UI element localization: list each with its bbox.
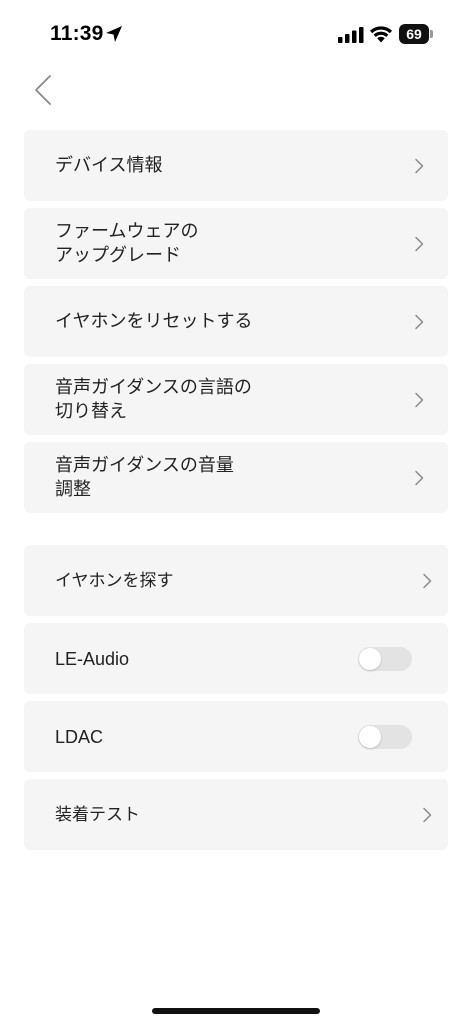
back-button[interactable] [24, 68, 64, 112]
chevron-right-icon [415, 392, 424, 407]
le-audio-toggle[interactable] [358, 646, 412, 671]
menu-item-device-info[interactable]: デバイス情報 [24, 130, 448, 201]
setting-label: LE-Audio [55, 648, 130, 669]
chevron-right-icon [423, 807, 432, 822]
menu-item-reset-earphones[interactable]: イヤホンをリセットする [24, 286, 448, 357]
menu-item-fit-test[interactable]: 装着テスト [24, 779, 448, 850]
menu-item-find-earphones[interactable]: イヤホンを探す [24, 545, 448, 616]
menu-item-voice-guidance-volume[interactable]: 音声ガイダンスの音量 調整 [24, 442, 448, 513]
menu-item-label: デバイス情報 [55, 154, 163, 176]
menu-item-label: イヤホンを探す [55, 570, 174, 591]
battery-level: 69 [406, 26, 422, 42]
home-indicator[interactable] [152, 1008, 320, 1014]
status-time: 11:39 [50, 22, 104, 45]
menu-item-label: 装着テスト [55, 804, 140, 825]
location-arrow-icon [104, 24, 124, 44]
chevron-right-icon [415, 470, 424, 485]
status-bar: 11:39 69 [0, 0, 473, 60]
setting-label: LDAC [55, 726, 104, 747]
menu-item-voice-guidance-language[interactable]: 音声ガイダンスの言語の 切り替え [24, 364, 448, 435]
chevron-left-icon [35, 75, 51, 105]
cellular-signal-icon [338, 27, 364, 43]
menu-item-label: ファームウェアの アップグレード [55, 220, 199, 266]
toggle-knob [359, 647, 381, 670]
toggle-knob [359, 725, 381, 748]
chevron-right-icon [415, 236, 424, 251]
chevron-right-icon [415, 158, 424, 173]
menu-item-label: イヤホンをリセットする [55, 310, 253, 332]
battery-indicator: 69 [399, 24, 435, 44]
menu-item-firmware-upgrade[interactable]: ファームウェアの アップグレード [24, 208, 448, 279]
ldac-toggle[interactable] [358, 724, 412, 749]
chevron-right-icon [423, 573, 432, 588]
setting-ldac: LDAC [24, 701, 448, 772]
setting-le-audio: LE-Audio [24, 623, 448, 694]
chevron-right-icon [415, 314, 424, 329]
menu-item-label: 音声ガイダンスの言語の 切り替え [55, 376, 252, 422]
battery-cap [430, 30, 433, 38]
wifi-icon [369, 25, 393, 43]
menu-item-label: 音声ガイダンスの音量 調整 [55, 454, 234, 500]
